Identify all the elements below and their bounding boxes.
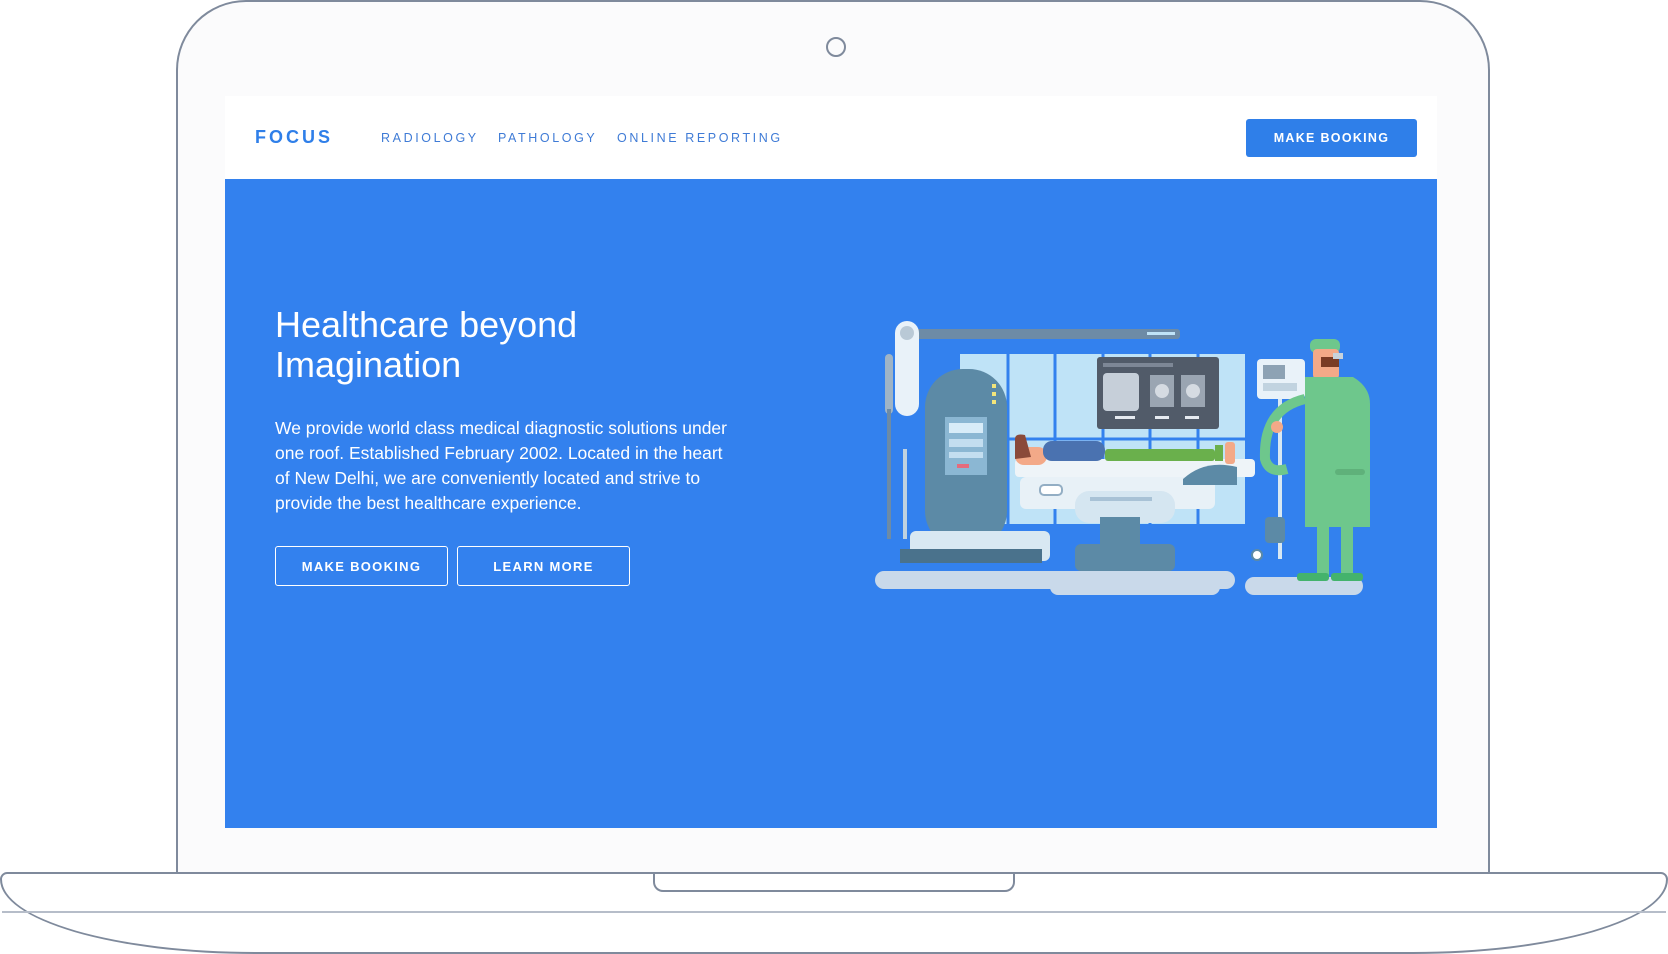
brand-logo[interactable]: FOCUS [255, 127, 333, 148]
navbar: FOCUS RADIOLOGY PATHOLOGY ONLINE REPORTI… [225, 96, 1437, 179]
nav-link-online-reporting[interactable]: ONLINE REPORTING [617, 131, 783, 145]
hero-description: We provide world class medical diagnosti… [275, 418, 727, 513]
nav-link-radiology[interactable]: RADIOLOGY [381, 131, 479, 145]
laptop-base-edge [2, 911, 1666, 913]
nav-link-pathology[interactable]: PATHOLOGY [498, 131, 597, 145]
camera-icon [826, 37, 846, 57]
hero-section: Healthcare beyond Imagination We provide… [225, 179, 1437, 828]
hero-title: Healthcare beyond Imagination [275, 304, 578, 385]
screen: FOCUS RADIOLOGY PATHOLOGY ONLINE REPORTI… [225, 96, 1437, 828]
hero-make-booking-button[interactable]: MAKE BOOKING [275, 546, 448, 586]
learn-more-button[interactable]: LEARN MORE [457, 546, 630, 586]
radiology-scanner-illustration [875, 321, 1370, 595]
laptop-notch [653, 874, 1015, 892]
make-booking-button[interactable]: MAKE BOOKING [1246, 119, 1417, 157]
